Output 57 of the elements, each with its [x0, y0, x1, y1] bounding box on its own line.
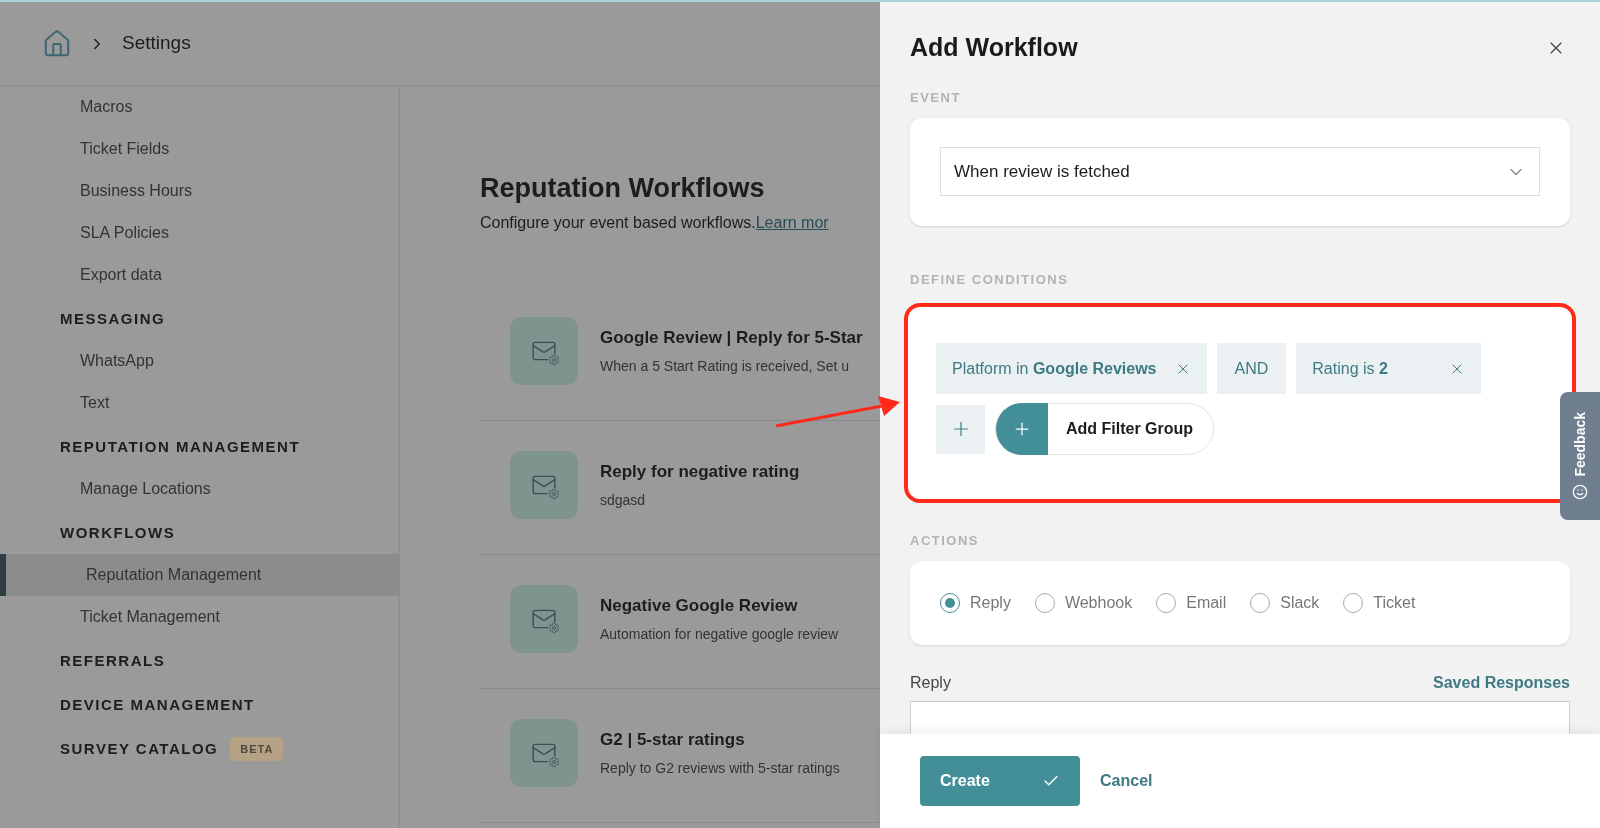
workflow-description: Reply to G2 reviews with 5-star ratings	[600, 759, 840, 779]
filter-chip[interactable]: Rating is 2	[1296, 343, 1482, 394]
sidebar-item[interactable]: Manage Locations	[0, 468, 399, 510]
add-filter-group-button[interactable]: Add Filter Group	[995, 403, 1215, 455]
page-title: Reputation Workflows	[480, 172, 766, 205]
reply-label: Reply	[910, 672, 951, 693]
sidebar-item[interactable]: Text	[0, 382, 399, 424]
learn-more-link[interactable]: Learn mor	[755, 210, 829, 235]
drawer-title: Add Workflow	[910, 32, 1078, 64]
workflow-title[interactable]: Google Review | Reply for 5-Star	[600, 324, 863, 351]
event-select[interactable]: When review is fetched	[940, 147, 1540, 196]
radio-label: Email	[1186, 592, 1227, 613]
radio-label: Reply	[970, 592, 1011, 613]
saved-responses-link[interactable]: Saved Responses	[1433, 670, 1570, 695]
filter-chip[interactable]: Platform in Google Reviews	[936, 343, 1207, 394]
home-icon[interactable]	[42, 28, 72, 59]
section-label: EVENT	[910, 89, 962, 107]
filter-text: Platform in Google Reviews	[952, 358, 1157, 379]
mail-gear-icon	[510, 585, 578, 653]
workflow-description: sdgasd	[600, 491, 647, 511]
sidebar-item[interactable]: Business Hours	[0, 170, 399, 212]
filter-text: Rating is 2	[1312, 358, 1388, 379]
workflow-title[interactable]: Reply for negative rating	[600, 458, 800, 485]
sidebar-item[interactable]: Reputation Management	[0, 554, 399, 596]
sidebar-heading: REPUTATION MANAGEMENT	[60, 436, 301, 457]
sidebar-item[interactable]: WhatsApp	[0, 340, 399, 382]
workflow-title[interactable]: G2 | 5-star ratings	[600, 726, 840, 753]
radio-label: Ticket	[1373, 592, 1416, 613]
mail-gear-icon	[510, 317, 578, 385]
feedback-tab[interactable]: Feedback	[1560, 392, 1600, 520]
workflow-title[interactable]: Negative Google Review	[600, 592, 839, 619]
sidebar-item[interactable]: Macros	[0, 86, 399, 128]
smile-icon	[1572, 484, 1588, 501]
mail-gear-icon	[510, 719, 578, 787]
section-label: DEFINE CONDITIONS	[910, 270, 1070, 289]
sidebar-item[interactable]: Ticket Fields	[0, 128, 399, 170]
cancel-link[interactable]: Cancel	[1100, 769, 1153, 793]
sidebar-heading: WORKFLOWS	[60, 522, 176, 543]
operator-chip: AND	[1216, 343, 1287, 394]
mail-gear-icon	[510, 451, 578, 519]
sidebar-heading: SURVEY CATALOG	[60, 738, 219, 759]
section-label: ACTIONS	[910, 532, 980, 550]
workflow-description: Automation for negative google review	[600, 625, 839, 645]
sidebar-heading: REFERRALS	[60, 650, 166, 671]
workflow-description: When a 5 Start Rating is received, Set u	[600, 357, 850, 377]
sidebar-item[interactable]: Ticket Management	[0, 596, 399, 638]
create-button[interactable]: Create	[920, 756, 1080, 806]
beta-badge: BETA	[230, 736, 284, 762]
add-condition-button[interactable]	[936, 404, 985, 454]
radio-label: Webhook	[1064, 592, 1133, 613]
sidebar-item[interactable]: Export data	[0, 254, 399, 296]
breadcrumb-current: Settings	[122, 31, 191, 56]
page-subtitle: Configure your event based workflows.	[480, 212, 756, 233]
sidebar-heading: DEVICE MANAGEMENT	[60, 694, 255, 715]
radio-label: Slack	[1280, 592, 1320, 613]
sidebar-heading: MESSAGING	[60, 308, 166, 329]
sidebar-item[interactable]: SLA Policies	[0, 212, 399, 254]
